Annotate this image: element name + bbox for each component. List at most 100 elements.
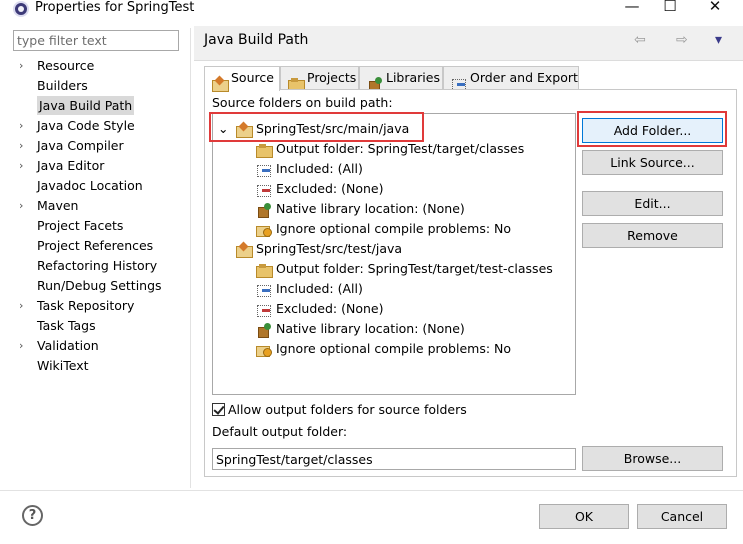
nav-item[interactable]: › Java Editor [13, 156, 186, 176]
panel-divider[interactable] [190, 28, 191, 488]
footer-divider [0, 490, 743, 491]
source-folder-icon [212, 72, 229, 92]
title-bar: Properties for SpringTest — ☐ ✕ [0, 0, 743, 22]
close-button[interactable]: ✕ [705, 0, 725, 17]
native-library-icon [256, 322, 272, 338]
chevron-right-icon[interactable]: › [19, 136, 29, 156]
checkbox-checked-icon[interactable] [212, 403, 225, 416]
remove-button[interactable]: Remove [582, 223, 723, 248]
nav-item[interactable]: Task Tags [13, 316, 186, 336]
source-folders-label: Source folders on build path: [212, 95, 393, 110]
default-output-folder-label: Default output folder: [212, 424, 348, 439]
excluded-filter-icon [256, 183, 272, 197]
nav-item-label: Java Code Style [37, 118, 135, 133]
highlight-box-main-java [209, 112, 424, 142]
tree-attribute-row[interactable]: Included: (All) [256, 279, 363, 299]
tab-libraries[interactable]: Libraries [359, 66, 443, 92]
chevron-right-icon[interactable]: › [19, 56, 29, 76]
source-folder-row[interactable]: SpringTest/src/test/java [236, 239, 402, 259]
tab-source[interactable]: Source [204, 66, 280, 92]
chevron-right-icon[interactable]: › [19, 296, 29, 316]
nav-item[interactable]: › Validation [13, 336, 186, 356]
nav-item-label: Run/Debug Settings [37, 278, 162, 293]
filter-input[interactable] [13, 30, 179, 51]
nav-item[interactable]: WikiText [13, 356, 186, 376]
help-icon[interactable]: ? [22, 505, 43, 526]
nav-item-label: Java Build Path [37, 96, 135, 115]
tree-attribute-row[interactable]: Output folder: SpringTest/target/classes [256, 139, 524, 159]
source-folder-label: SpringTest/src/test/java [256, 241, 403, 256]
eclipse-app-icon [13, 1, 29, 17]
tree-attribute-label: Native library location: (None) [276, 201, 465, 216]
tree-attribute-row[interactable]: Native library location: (None) [256, 319, 465, 339]
chevron-right-icon[interactable]: › [19, 156, 29, 176]
included-filter-icon [256, 163, 272, 177]
tree-attribute-row[interactable]: Ignore optional compile problems: No [256, 219, 511, 239]
browse-button[interactable]: Browse... [582, 446, 723, 471]
link-source-button[interactable]: Link Source... [582, 150, 723, 175]
tab-label: Projects [307, 70, 357, 85]
default-output-folder-field[interactable] [212, 448, 576, 470]
nav-item[interactable]: › Java Compiler [13, 136, 186, 156]
nav-item-label: Task Repository [37, 298, 135, 313]
tab-projects[interactable]: Projects [280, 66, 359, 92]
nav-item[interactable]: › Java Code Style [13, 116, 186, 136]
tab-label: Order and Export [470, 70, 578, 85]
back-icon[interactable]: ⇦ [634, 32, 646, 48]
nav-item[interactable]: Refactoring History [13, 256, 186, 276]
tab-label: Source [231, 70, 274, 85]
nav-item-label: WikiText [37, 358, 89, 373]
excluded-filter-icon [256, 303, 272, 317]
order-export-icon [451, 72, 466, 91]
maximize-button[interactable]: ☐ [660, 0, 680, 17]
edit-button[interactable]: Edit... [582, 191, 723, 216]
page-header: Java Build Path ⇦ ⇨ ▾ [194, 26, 743, 61]
tab-label: Libraries [386, 70, 440, 85]
nav-item[interactable]: Project References [13, 236, 186, 256]
tree-attribute-row[interactable]: Excluded: (None) [256, 179, 383, 199]
nav-item[interactable]: › Maven [13, 196, 186, 216]
forward-icon[interactable]: ⇨ [676, 32, 688, 48]
add-folder-button[interactable]: Add Folder... [582, 118, 723, 143]
nav-item[interactable]: › Task Repository [13, 296, 186, 316]
output-folder-icon [256, 263, 273, 278]
page-title: Java Build Path [204, 32, 309, 48]
nav-item[interactable]: Run/Debug Settings [13, 276, 186, 296]
allow-output-folders-label: Allow output folders for source folders [228, 402, 467, 417]
chevron-right-icon[interactable]: › [19, 336, 29, 356]
tree-attribute-label: Included: (All) [276, 161, 363, 176]
tab-order-and-export[interactable]: Order and Export [443, 66, 579, 91]
nav-item-label: Builders [37, 78, 88, 93]
chevron-right-icon[interactable]: › [19, 116, 29, 136]
allow-output-folders-checkbox[interactable]: Allow output folders for source folders [212, 401, 467, 419]
nav-item[interactable]: Javadoc Location [13, 176, 186, 196]
tree-attribute-row[interactable]: Excluded: (None) [256, 299, 383, 319]
property-page-tree: › Resource Builders Java Build Path › Java Co… [13, 56, 186, 376]
nav-item[interactable]: Builders [13, 76, 186, 96]
tree-attribute-label: Ignore optional compile problems: No [276, 221, 512, 236]
minimize-button[interactable]: — [622, 0, 642, 17]
tree-attribute-label: Included: (All) [276, 281, 363, 296]
nav-item[interactable]: › Resource [13, 56, 186, 76]
tree-attribute-label: Output folder: SpringTest/target/test-cl… [276, 261, 553, 276]
projects-icon [288, 72, 305, 92]
nav-item-label: Java Editor [37, 158, 105, 173]
tree-attribute-row[interactable]: Included: (All) [256, 159, 363, 179]
source-folder-icon [236, 243, 253, 258]
nav-item[interactable]: Java Build Path [13, 96, 186, 116]
view-menu-icon[interactable]: ▾ [715, 32, 722, 48]
nav-item[interactable]: Project Facets [13, 216, 186, 236]
nav-item-label: Project References [37, 238, 154, 253]
tree-attribute-row[interactable]: Native library location: (None) [256, 199, 465, 219]
nav-item-label: Validation [37, 338, 99, 353]
chevron-right-icon[interactable]: › [19, 196, 29, 216]
nav-item-label: Maven [37, 198, 79, 213]
tree-attribute-row[interactable]: Ignore optional compile problems: No [256, 339, 511, 359]
nav-item-label: Project Facets [37, 218, 124, 233]
nav-item-label: Java Compiler [37, 138, 124, 153]
window-title: Properties for SpringTest [35, 0, 195, 15]
tree-attribute-row[interactable]: Output folder: SpringTest/target/test-cl… [256, 259, 553, 279]
cancel-button[interactable]: Cancel [637, 504, 727, 529]
ok-button[interactable]: OK [539, 504, 629, 529]
nav-item-label: Refactoring History [37, 258, 158, 273]
